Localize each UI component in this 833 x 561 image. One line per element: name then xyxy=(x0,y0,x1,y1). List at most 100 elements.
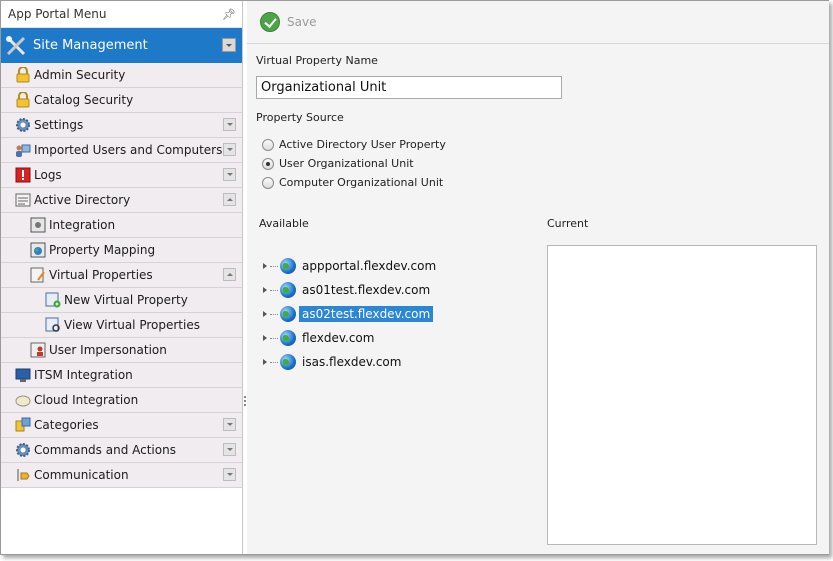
menu-title-bar: App Portal Menu 📌︎ xyxy=(1,1,242,28)
expand-arrow-icon[interactable] xyxy=(263,359,267,365)
expand-button[interactable] xyxy=(223,443,236,456)
expand-button[interactable] xyxy=(223,468,236,481)
users-computer-icon xyxy=(15,142,31,158)
globe-icon xyxy=(280,282,296,298)
sidebar-item-user-impersonation[interactable]: User Impersonation xyxy=(1,338,242,363)
toolbar: Save xyxy=(247,1,829,44)
expand-arrow-icon[interactable] xyxy=(263,287,267,293)
sidebar-item-catalog-security[interactable]: Catalog Security xyxy=(1,88,242,113)
save-button[interactable]: Save xyxy=(260,12,316,32)
domain-label: as01test.flexdev.com xyxy=(302,283,431,297)
sidebar-item-label: Communication xyxy=(34,468,129,482)
lock-icon xyxy=(15,67,31,83)
lock-icon xyxy=(15,92,31,108)
sidebar-item-property-mapping[interactable]: Property Mapping xyxy=(1,238,242,263)
virtual-properties-icon xyxy=(30,267,46,283)
communication-icon xyxy=(15,467,31,483)
sidebar-item-label: Settings xyxy=(34,118,84,132)
sidebar-item-view-virtual-properties[interactable]: View Virtual Properties xyxy=(1,313,242,338)
radio-active-directory-user-property[interactable]: Active Directory User Property xyxy=(262,138,446,151)
sidebar-item-virtual-properties[interactable]: Virtual Properties xyxy=(1,263,242,288)
expand-arrow-icon[interactable] xyxy=(263,263,267,269)
expand-button[interactable] xyxy=(223,143,236,156)
sidebar-item-label: Catalog Security xyxy=(34,93,134,107)
sidebar-item-cloud-integration[interactable]: Cloud Integration xyxy=(1,388,242,413)
sidebar-item-imported-users-and-computers[interactable]: Imported Users and Computers xyxy=(1,138,242,163)
radio-label: Active Directory User Property xyxy=(279,138,446,151)
radio-button[interactable] xyxy=(262,138,274,151)
section-site-management[interactable]: Site Management xyxy=(1,28,242,63)
globe-icon xyxy=(280,306,296,322)
domain-label: as02test.flexdev.com xyxy=(299,306,434,322)
sidebar-item-logs[interactable]: Logs xyxy=(1,163,242,188)
tree-node-domain[interactable]: appportal.flexdev.com xyxy=(263,256,439,276)
gear-icon xyxy=(15,117,31,133)
sidebar-item-label: Admin Security xyxy=(34,68,126,82)
sidebar-item-label: Cloud Integration xyxy=(34,393,139,407)
current-label: Current xyxy=(547,217,589,230)
radio-computer-organizational-unit[interactable]: Computer Organizational Unit xyxy=(262,176,443,189)
globe-icon xyxy=(280,258,296,274)
sidebar-item-label: Categories xyxy=(34,418,99,432)
itsm-icon xyxy=(15,367,31,383)
sidebar-item-label: New Virtual Property xyxy=(64,293,188,307)
sidebar-item-new-virtual-property[interactable]: New Virtual Property xyxy=(1,288,242,313)
available-label: Available xyxy=(259,217,309,230)
virtual-property-name-label: Virtual Property Name xyxy=(256,54,378,67)
sidebar-item-label: Logs xyxy=(34,168,62,182)
tree-node-domain-selected[interactable]: as02test.flexdev.com xyxy=(263,304,434,324)
cloud-icon xyxy=(15,392,31,408)
radio-button-selected[interactable] xyxy=(262,157,274,170)
save-check-icon xyxy=(260,12,280,32)
pin-icon[interactable]: 📌︎ xyxy=(222,1,236,28)
tree-node-domain[interactable]: isas.flexdev.com xyxy=(263,352,404,372)
categories-icon xyxy=(15,417,31,433)
integration-icon xyxy=(30,217,46,233)
sidebar-item-settings[interactable]: Settings xyxy=(1,113,242,138)
expand-arrow-icon[interactable] xyxy=(263,335,267,341)
tree-node-domain[interactable]: flexdev.com xyxy=(263,328,377,348)
expand-button[interactable] xyxy=(223,168,236,181)
expand-arrow-icon[interactable] xyxy=(263,311,267,317)
view-properties-icon xyxy=(45,317,61,333)
virtual-property-name-input[interactable] xyxy=(256,76,562,99)
sidebar-item-label: User Impersonation xyxy=(49,343,167,357)
radio-label: User Organizational Unit xyxy=(279,157,414,170)
sidebar-item-commands-and-actions[interactable]: Commands and Actions xyxy=(1,438,242,463)
new-property-icon xyxy=(45,292,61,308)
sidebar-item-label: ITSM Integration xyxy=(34,368,133,382)
radio-button[interactable] xyxy=(262,176,274,189)
property-mapping-icon xyxy=(30,242,46,258)
sidebar-item-label: View Virtual Properties xyxy=(64,318,200,332)
sidebar-item-itsm-integration[interactable]: ITSM Integration xyxy=(1,363,242,388)
sidebar-item-categories[interactable]: Categories xyxy=(1,413,242,438)
app-portal-menu: App Portal Menu 📌︎ Site Management Admin… xyxy=(1,1,243,554)
sidebar-item-label: Active Directory xyxy=(34,193,131,207)
tree-node-domain[interactable]: as01test.flexdev.com xyxy=(263,280,433,300)
directory-icon xyxy=(15,192,31,208)
impersonation-icon xyxy=(30,342,46,358)
property-source-label: Property Source xyxy=(256,111,344,124)
sidebar-item-label: Integration xyxy=(49,218,116,232)
gear-icon xyxy=(15,442,31,458)
save-label: Save xyxy=(287,15,317,29)
current-list-box[interactable] xyxy=(547,245,817,545)
sidebar-item-communication[interactable]: Communication xyxy=(1,463,242,488)
domain-label: isas.flexdev.com xyxy=(302,355,402,369)
main-panel: Save Virtual Property Name Property Sour… xyxy=(247,1,829,554)
sidebar-item-label: Virtual Properties xyxy=(49,268,153,282)
menu-title: App Portal Menu xyxy=(8,7,107,21)
section-dropdown-button[interactable] xyxy=(222,38,236,52)
radio-label: Computer Organizational Unit xyxy=(279,176,444,189)
expand-button[interactable] xyxy=(223,418,236,431)
sidebar-item-active-directory[interactable]: Active Directory xyxy=(1,188,242,213)
globe-icon xyxy=(280,330,296,346)
log-alert-icon xyxy=(15,167,31,183)
sidebar-item-label: Property Mapping xyxy=(49,243,156,257)
radio-user-organizational-unit[interactable]: User Organizational Unit xyxy=(262,157,414,170)
collapse-button[interactable] xyxy=(223,193,236,206)
expand-button[interactable] xyxy=(223,118,236,131)
sidebar-item-integration[interactable]: Integration xyxy=(1,213,242,238)
collapse-button[interactable] xyxy=(223,268,236,281)
sidebar-item-admin-security[interactable]: Admin Security xyxy=(1,63,242,88)
